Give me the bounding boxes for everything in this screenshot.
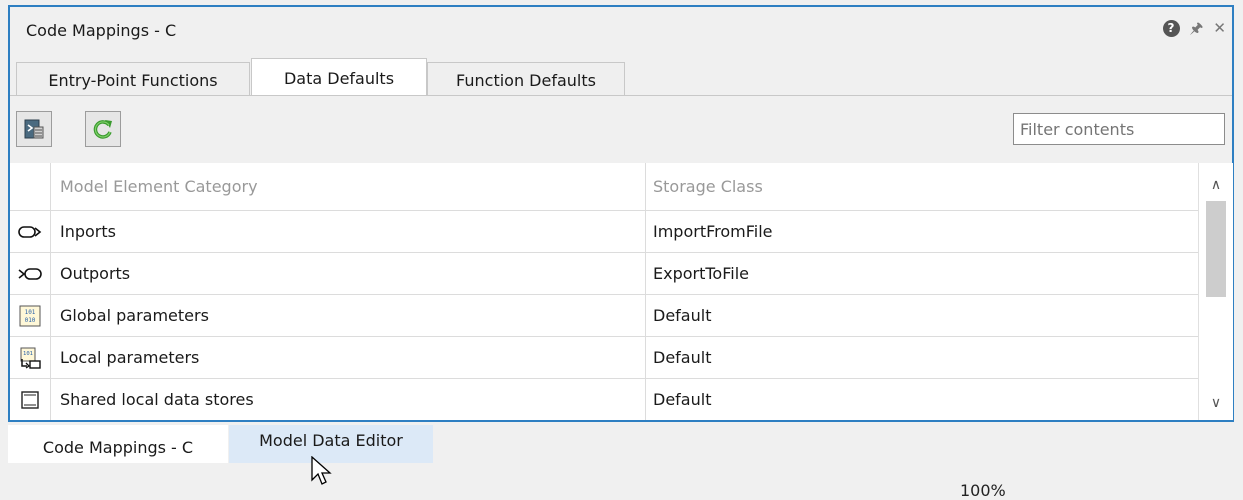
configure-icon bbox=[24, 119, 44, 139]
table-header-row: Model Element Category Storage Class bbox=[10, 163, 1198, 211]
global-parameter-icon: 101 010 bbox=[19, 305, 41, 326]
header-category[interactable]: Model Element Category bbox=[51, 163, 646, 210]
configure-button[interactable] bbox=[16, 111, 52, 147]
header-storage-class[interactable]: Storage Class bbox=[646, 163, 1198, 210]
pin-icon[interactable]: 🖈 bbox=[1190, 20, 1204, 37]
scroll-down-icon[interactable]: ∨ bbox=[1199, 395, 1233, 415]
tab-entry-point-functions[interactable]: Entry-Point Functions bbox=[16, 62, 250, 95]
storage-class-cell[interactable]: Default bbox=[646, 379, 1198, 420]
category-cell: Inports bbox=[51, 211, 646, 252]
storage-class-cell[interactable]: ExportToFile bbox=[646, 253, 1198, 294]
data-store-icon bbox=[21, 390, 39, 409]
storage-class-cell[interactable]: ImportFromFile bbox=[646, 211, 1198, 252]
category-cell: Global parameters bbox=[51, 295, 646, 336]
local-parameter-icon: 101 bbox=[20, 347, 41, 369]
inport-icon bbox=[18, 225, 42, 238]
table-row[interactable]: Shared local data stores Default bbox=[10, 379, 1198, 420]
table-row[interactable]: Outports ExportToFile bbox=[10, 253, 1198, 295]
scroll-up-icon[interactable]: ∧ bbox=[1199, 177, 1233, 197]
outport-icon bbox=[18, 267, 42, 280]
tab-code-mappings[interactable]: Code Mappings - C bbox=[8, 425, 228, 463]
mappings-table: Model Element Category Storage Class Inp… bbox=[10, 163, 1198, 420]
tab-data-defaults[interactable]: Data Defaults bbox=[251, 58, 427, 95]
refresh-icon bbox=[93, 120, 112, 139]
close-icon[interactable]: ✕ bbox=[1213, 20, 1226, 37]
code-mappings-panel: Code Mappings - C ? 🖈 ✕ Entry-Point Func… bbox=[8, 5, 1234, 422]
scroll-thumb[interactable] bbox=[1206, 201, 1226, 297]
svg-text:101: 101 bbox=[23, 351, 33, 357]
category-cell: Outports bbox=[51, 253, 646, 294]
header-icon-cell bbox=[10, 163, 51, 210]
table-scrollbar[interactable]: ∧ ∨ bbox=[1198, 163, 1233, 420]
storage-class-cell[interactable]: Default bbox=[646, 295, 1198, 336]
tab-bar: Entry-Point Functions Data Defaults Func… bbox=[10, 58, 1232, 95]
mouse-cursor-icon bbox=[311, 456, 332, 485]
category-cell: Local parameters bbox=[51, 337, 646, 378]
zoom-level: 100% bbox=[960, 481, 1006, 500]
help-icon[interactable]: ? bbox=[1162, 20, 1180, 37]
toolbar bbox=[10, 95, 1232, 164]
refresh-button[interactable] bbox=[85, 111, 121, 147]
panel-titlebar: Code Mappings - C ? 🖈 ✕ bbox=[10, 7, 1232, 57]
category-cell: Shared local data stores bbox=[51, 379, 646, 420]
table-row[interactable]: 101 010 Global parameters Default bbox=[10, 295, 1198, 337]
titlebar-icons: ? 🖈 ✕ bbox=[1162, 20, 1226, 37]
filter-input[interactable] bbox=[1013, 113, 1225, 145]
tab-function-defaults[interactable]: Function Defaults bbox=[427, 62, 625, 95]
table-row[interactable]: 101 Local parameters Default bbox=[10, 337, 1198, 379]
table-row[interactable]: Inports ImportFromFile bbox=[10, 211, 1198, 253]
storage-class-cell[interactable]: Default bbox=[646, 337, 1198, 378]
svg-text:010: 010 bbox=[25, 317, 36, 324]
svg-text:101: 101 bbox=[25, 309, 36, 316]
panel-title: Code Mappings - C bbox=[26, 21, 177, 40]
